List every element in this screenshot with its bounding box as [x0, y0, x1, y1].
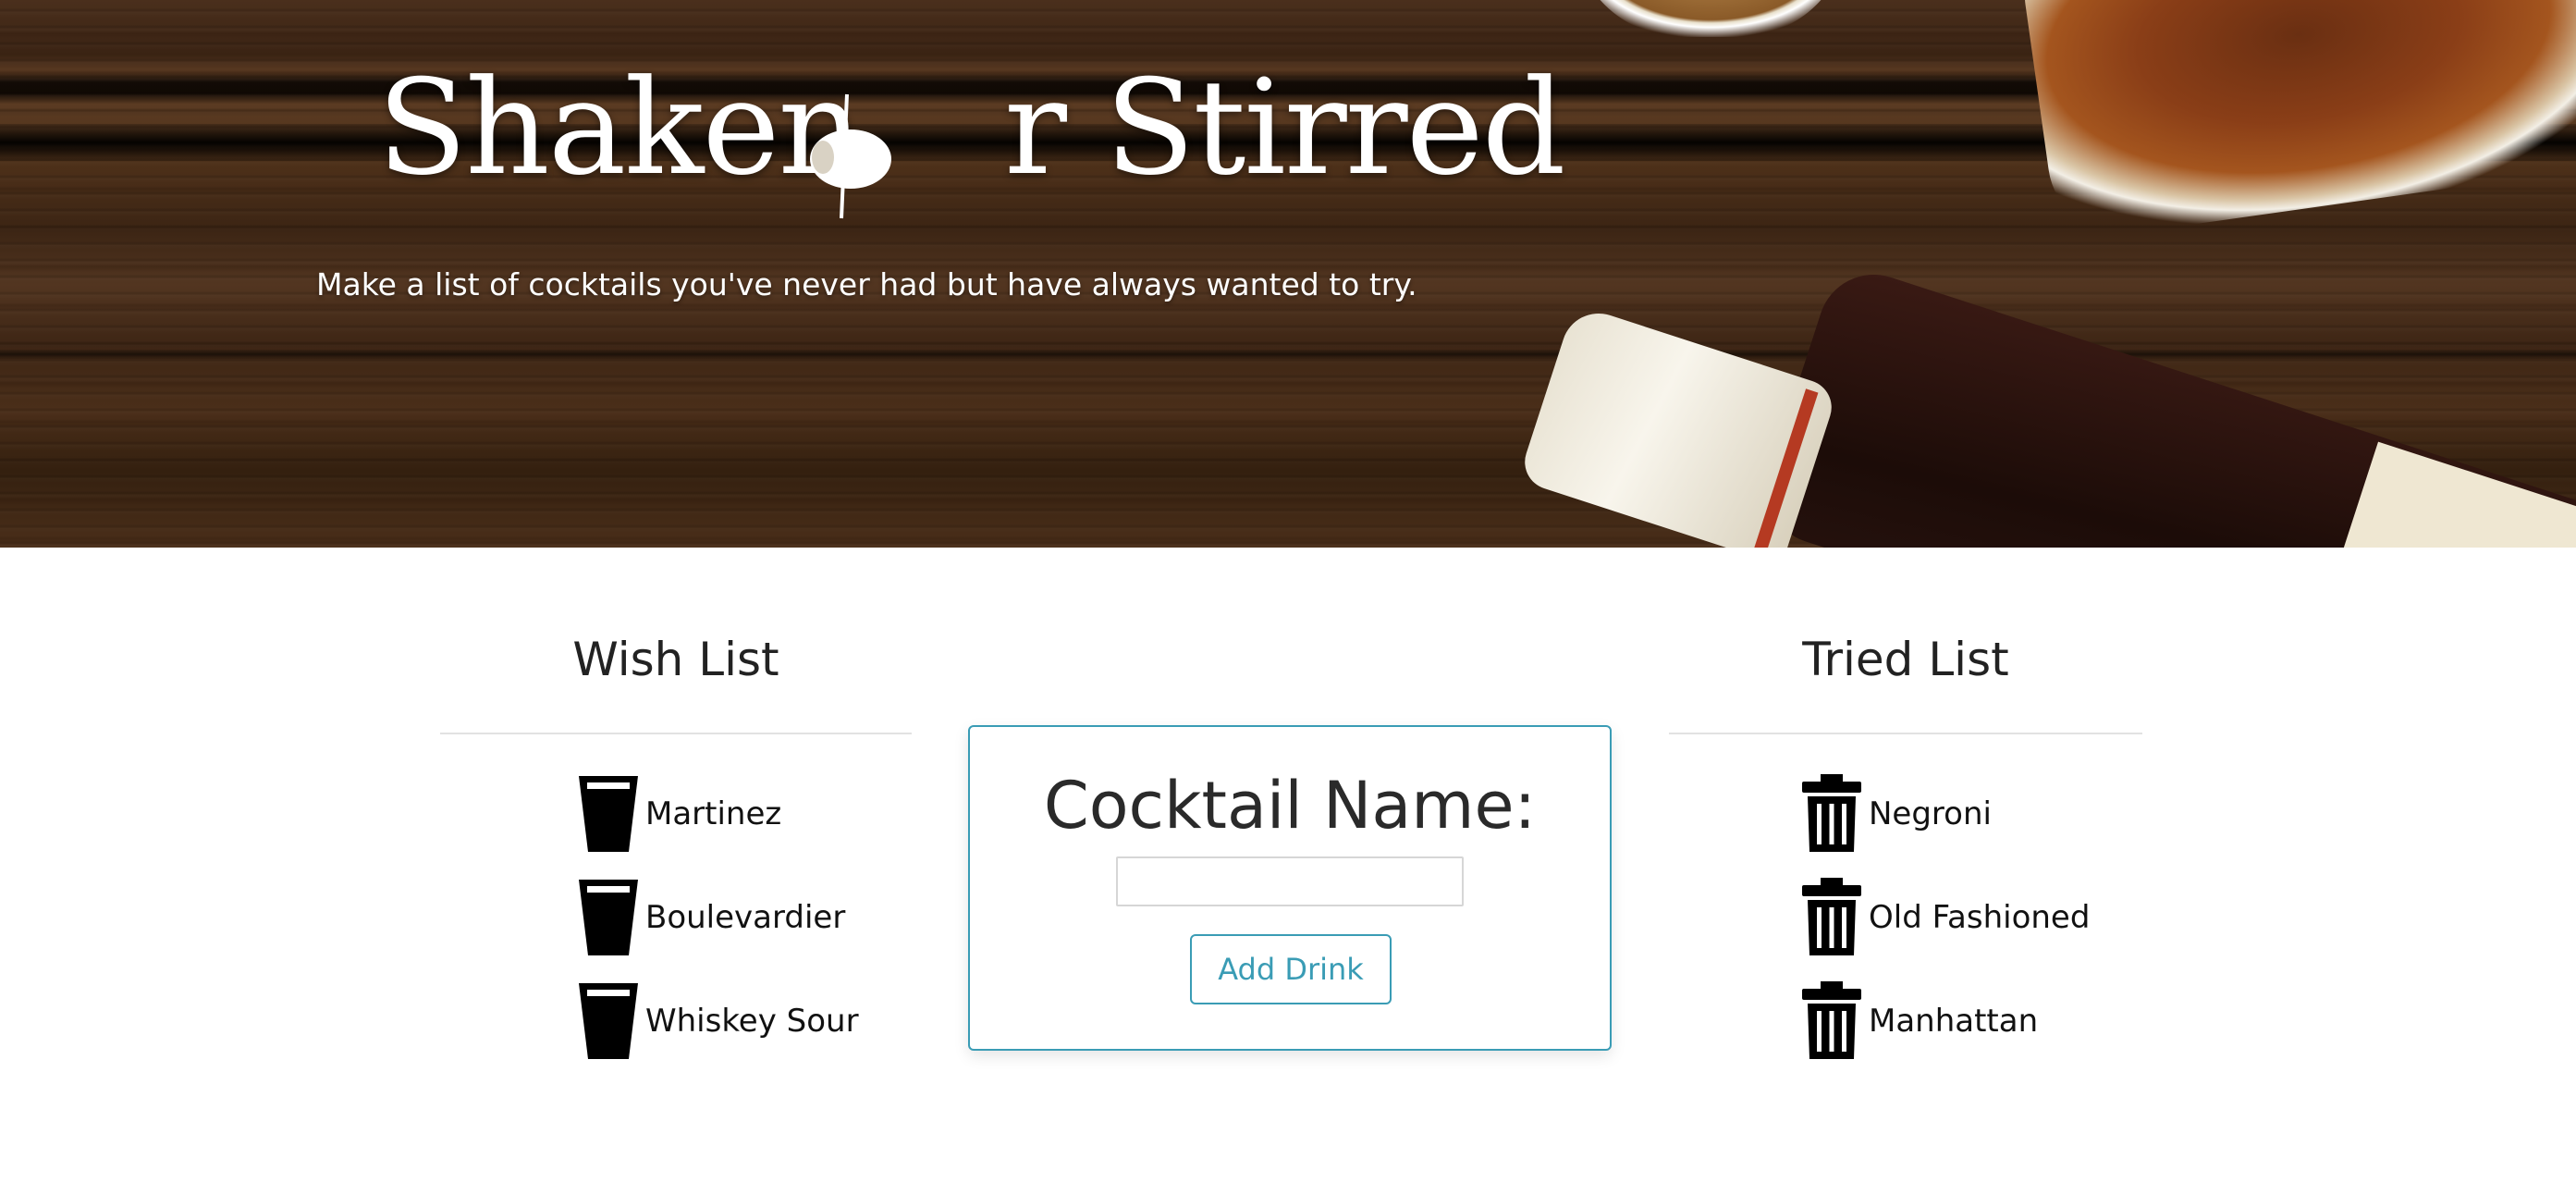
trash-icon[interactable]	[1800, 878, 1863, 957]
wish-list-item-label: Whiskey Sour	[645, 1003, 859, 1040]
main-content: Wish List Martinez Boulevardier Whiskey …	[0, 548, 2576, 1195]
cup-icon[interactable]	[577, 981, 640, 1061]
divider	[440, 733, 912, 734]
tried-list-item: Old Fashioned	[1669, 866, 2142, 969]
tried-list: Negroni Old Fashioned Manhattan	[1669, 762, 2142, 1073]
cocktail-name-label: Cocktail Name:	[1043, 768, 1537, 844]
hero-banner: Shaken r Stirred Make a list of cocktail…	[0, 0, 2576, 548]
tried-list-item-label: Old Fashioned	[1869, 899, 2091, 936]
wish-list: Martinez Boulevardier Whiskey Sour	[440, 762, 912, 1073]
divider	[1669, 733, 2142, 734]
tried-list-item-label: Manhattan	[1869, 1003, 2039, 1040]
wish-list-item-label: Boulevardier	[645, 899, 846, 936]
wish-list-item: Martinez	[440, 762, 912, 866]
wish-list-item-label: Martinez	[645, 795, 782, 832]
page-title-part: r Stirred	[1004, 52, 1565, 204]
bottle-cap-image	[1517, 303, 1839, 548]
page-title: Shaken r Stirred	[377, 63, 1566, 194]
wish-list-item: Whiskey Sour	[440, 969, 912, 1073]
cocktail-name-input[interactable]	[1116, 856, 1464, 906]
cup-icon[interactable]	[577, 878, 640, 957]
tried-list-item: Negroni	[1669, 762, 2142, 866]
add-drink-form: Cocktail Name: Add Drink	[968, 725, 1612, 1051]
olive-icon	[810, 93, 891, 219]
trash-icon[interactable]	[1800, 981, 1863, 1061]
tried-list-item-label: Negroni	[1869, 795, 1992, 832]
cup-icon[interactable]	[577, 774, 640, 854]
tried-list-item: Manhattan	[1669, 969, 2142, 1073]
tried-list-heading: Tried List	[1802, 633, 2009, 686]
glass-image	[2015, 0, 2576, 243]
glass-image	[1572, 0, 1849, 37]
add-drink-button[interactable]: Add Drink	[1190, 934, 1392, 1004]
wish-list-heading: Wish List	[572, 633, 779, 686]
trash-icon[interactable]	[1800, 774, 1863, 854]
wood-seam	[0, 350, 2576, 359]
page-subtitle: Make a list of cocktails you've never ha…	[316, 266, 1417, 302]
wish-list-item: Boulevardier	[440, 866, 912, 969]
